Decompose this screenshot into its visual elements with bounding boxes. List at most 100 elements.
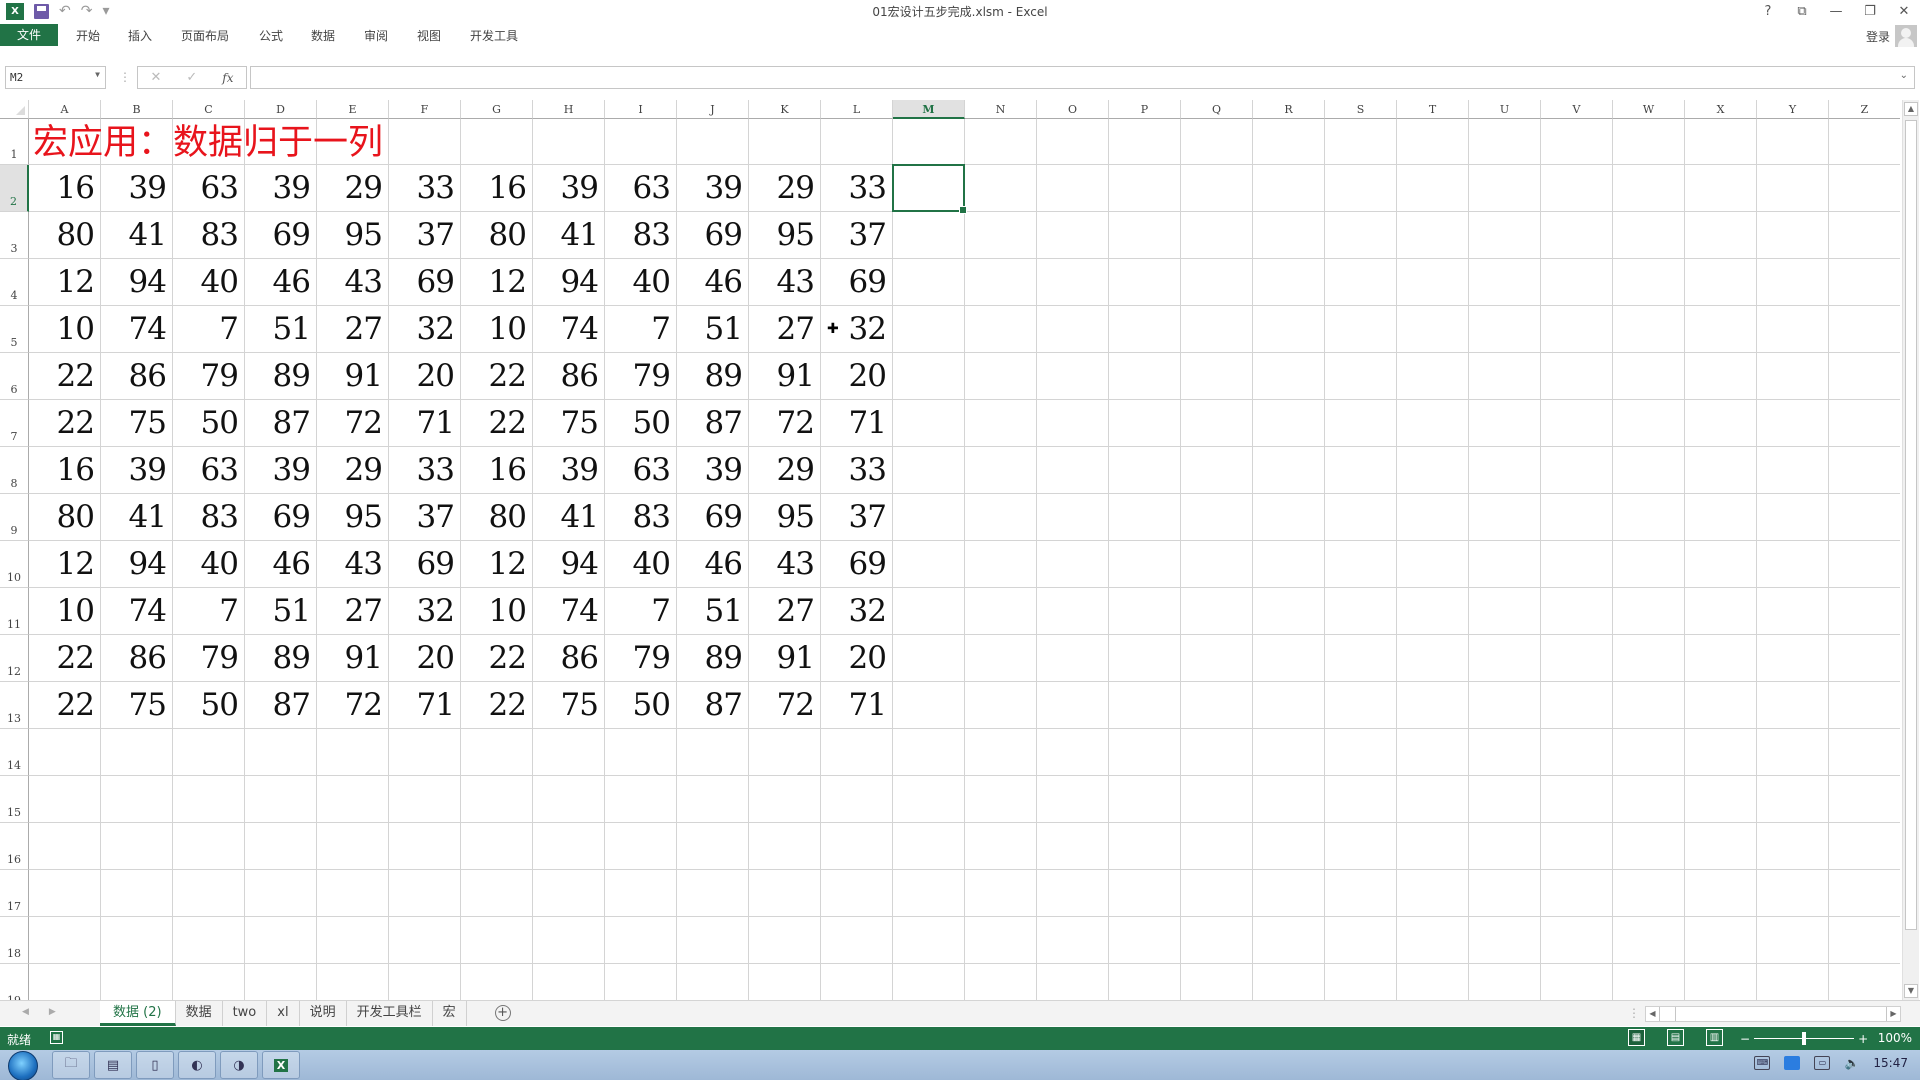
cell-q3[interactable] xyxy=(1181,212,1253,259)
cell-y17[interactable] xyxy=(1757,870,1829,917)
cell-h19[interactable] xyxy=(533,964,605,1000)
cell-t18[interactable] xyxy=(1397,917,1469,964)
row-header-2[interactable]: 2 xyxy=(0,165,29,212)
cell-j9[interactable]: 69 xyxy=(677,494,749,541)
cell-y13[interactable] xyxy=(1757,682,1829,729)
cell-u10[interactable] xyxy=(1469,541,1541,588)
cell-z1[interactable] xyxy=(1829,119,1900,165)
cell-d10[interactable]: 46 xyxy=(245,541,317,588)
cell-h12[interactable]: 86 xyxy=(533,635,605,682)
cell-o17[interactable] xyxy=(1037,870,1109,917)
cell-t9[interactable] xyxy=(1397,494,1469,541)
cell-b6[interactable]: 86 xyxy=(101,353,173,400)
cell-q13[interactable] xyxy=(1181,682,1253,729)
cell-v12[interactable] xyxy=(1541,635,1613,682)
row-header-12[interactable]: 12 xyxy=(0,635,29,682)
cell-q4[interactable] xyxy=(1181,259,1253,306)
cell-u4[interactable] xyxy=(1469,259,1541,306)
cell-o8[interactable] xyxy=(1037,447,1109,494)
row-header-14[interactable]: 14 xyxy=(0,729,29,776)
cell-s10[interactable] xyxy=(1325,541,1397,588)
cell-s8[interactable] xyxy=(1325,447,1397,494)
cell-i17[interactable] xyxy=(605,870,677,917)
cell-s3[interactable] xyxy=(1325,212,1397,259)
cell-x3[interactable] xyxy=(1685,212,1757,259)
cell-d5[interactable]: 51 xyxy=(245,306,317,353)
cell-b8[interactable]: 39 xyxy=(101,447,173,494)
cell-m12[interactable] xyxy=(893,635,965,682)
cell-q5[interactable] xyxy=(1181,306,1253,353)
cell-g15[interactable] xyxy=(461,776,533,823)
row-header-11[interactable]: 11 xyxy=(0,588,29,635)
cell-a19[interactable] xyxy=(29,964,101,1000)
row-header-19[interactable]: 19 xyxy=(0,964,29,1000)
cell-w3[interactable] xyxy=(1613,212,1685,259)
cell-p17[interactable] xyxy=(1109,870,1181,917)
cell-p16[interactable] xyxy=(1109,823,1181,870)
cell-f5[interactable]: 32 xyxy=(389,306,461,353)
macro-record-icon[interactable]: ▦ xyxy=(50,1031,63,1044)
cell-h16[interactable] xyxy=(533,823,605,870)
cell-b4[interactable]: 94 xyxy=(101,259,173,306)
cell-j4[interactable]: 46 xyxy=(677,259,749,306)
cell-d7[interactable]: 87 xyxy=(245,400,317,447)
cell-s15[interactable] xyxy=(1325,776,1397,823)
cell-n10[interactable] xyxy=(965,541,1037,588)
cell-c4[interactable]: 40 xyxy=(173,259,245,306)
column-header-n[interactable]: N xyxy=(965,100,1037,119)
cell-r5[interactable] xyxy=(1253,306,1325,353)
cell-l9[interactable]: 37 xyxy=(821,494,893,541)
cell-y8[interactable] xyxy=(1757,447,1829,494)
cell-f18[interactable] xyxy=(389,917,461,964)
cell-k16[interactable] xyxy=(749,823,821,870)
cell-o15[interactable] xyxy=(1037,776,1109,823)
cell-s1[interactable] xyxy=(1325,119,1397,165)
cell-i11[interactable]: 7 xyxy=(605,588,677,635)
zoom-track[interactable] xyxy=(1754,1032,1855,1045)
cell-t7[interactable] xyxy=(1397,400,1469,447)
cell-b18[interactable] xyxy=(101,917,173,964)
cell-f2[interactable]: 33 xyxy=(389,165,461,212)
cell-n9[interactable] xyxy=(965,494,1037,541)
file-explorer-icon[interactable]: 🗀 xyxy=(52,1051,90,1079)
cell-w4[interactable] xyxy=(1613,259,1685,306)
cell-f1[interactable] xyxy=(389,119,461,165)
cell-z5[interactable] xyxy=(1829,306,1900,353)
cell-r2[interactable] xyxy=(1253,165,1325,212)
column-header-u[interactable]: U xyxy=(1469,100,1541,119)
cell-j16[interactable] xyxy=(677,823,749,870)
cell-p8[interactable] xyxy=(1109,447,1181,494)
column-header-x[interactable]: X xyxy=(1685,100,1757,119)
row-header-4[interactable]: 4 xyxy=(0,259,29,306)
page-layout-view-icon[interactable]: ▤ xyxy=(1667,1029,1684,1046)
cell-y7[interactable] xyxy=(1757,400,1829,447)
cell-o4[interactable] xyxy=(1037,259,1109,306)
cell-t15[interactable] xyxy=(1397,776,1469,823)
cell-y11[interactable] xyxy=(1757,588,1829,635)
cell-h13[interactable]: 75 xyxy=(533,682,605,729)
cell-e11[interactable]: 27 xyxy=(317,588,389,635)
cell-w9[interactable] xyxy=(1613,494,1685,541)
row-header-6[interactable]: 6 xyxy=(0,353,29,400)
column-header-p[interactable]: P xyxy=(1109,100,1181,119)
cell-q17[interactable] xyxy=(1181,870,1253,917)
cell-q10[interactable] xyxy=(1181,541,1253,588)
cell-a9[interactable]: 80 xyxy=(29,494,101,541)
cell-w19[interactable] xyxy=(1613,964,1685,1000)
cell-k13[interactable]: 72 xyxy=(749,682,821,729)
cell-g17[interactable] xyxy=(461,870,533,917)
cell-f7[interactable]: 71 xyxy=(389,400,461,447)
cell-d6[interactable]: 89 xyxy=(245,353,317,400)
cell-r1[interactable] xyxy=(1253,119,1325,165)
cell-o3[interactable] xyxy=(1037,212,1109,259)
cell-c9[interactable]: 83 xyxy=(173,494,245,541)
cell-n16[interactable] xyxy=(965,823,1037,870)
cell-c14[interactable] xyxy=(173,729,245,776)
app-icon[interactable]: ◑ xyxy=(220,1051,258,1079)
cell-a13[interactable]: 22 xyxy=(29,682,101,729)
cell-l16[interactable] xyxy=(821,823,893,870)
cell-s13[interactable] xyxy=(1325,682,1397,729)
cell-w6[interactable] xyxy=(1613,353,1685,400)
tab-developer[interactable]: 开发工具 xyxy=(470,26,518,46)
cell-m18[interactable] xyxy=(893,917,965,964)
